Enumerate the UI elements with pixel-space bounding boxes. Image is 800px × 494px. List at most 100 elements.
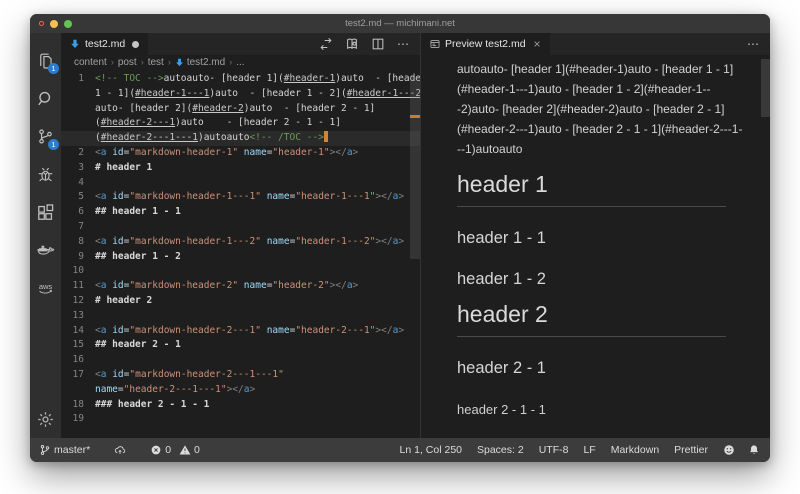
status-bar: master* 0 0 Ln 1, Col 250 Spaces: 2 UTF-8 L… (30, 438, 770, 462)
smiley-icon (724, 445, 734, 455)
preview-paragraph-line: --1)autoauto (457, 142, 523, 156)
open-preview-side-icon[interactable] (345, 37, 359, 51)
tab-preview-test2md[interactable]: Preview test2.md × (421, 33, 550, 55)
line-content: ## header 1 - 2 (95, 250, 181, 262)
line-number (61, 87, 95, 102)
search-icon (38, 91, 51, 105)
status-item[interactable]: Spaces: 2 (477, 444, 524, 456)
gear-icon (38, 411, 53, 427)
vscode-window: test2.md — michimani.net 1 1 aws test2.md (30, 14, 770, 462)
editor-line[interactable]: 8 <a id="markdown-header-1---2" name="hea… (61, 235, 420, 250)
editor-line[interactable]: (#header-2---1---1)autoauto<!-- /TOC --> (61, 131, 420, 146)
preview-heading-h2: header 1 - 2 (457, 270, 546, 288)
line-number: 4 (78, 176, 84, 188)
line-number: 1 (78, 73, 84, 84)
status-item[interactable]: Markdown (611, 444, 659, 456)
breadcrumb-item[interactable]: ... (236, 57, 244, 68)
editor-line[interactable]: 1 - 1](#header-1---1)auto - [header 1 - … (61, 87, 420, 102)
activity-item-source-control[interactable]: 1 (30, 117, 61, 155)
line-number: 15 (72, 339, 84, 351)
editor-line[interactable]: 13 (61, 309, 420, 324)
editor-line[interactable]: 15 ## header 2 - 1 (61, 338, 420, 353)
editor-line[interactable]: 5 <a id="markdown-header-1---1" name="hea… (61, 190, 420, 205)
editor-line[interactable]: 9 ## header 1 - 2 (61, 250, 420, 265)
activity-item-aws[interactable]: aws (30, 269, 61, 307)
editor-group: test2.md ⋯ content › post › test › test2.md ›..… (61, 33, 420, 438)
editor-line[interactable]: 11 <a id="markdown-header-2" name="header… (61, 279, 420, 294)
editor-line[interactable]: 14 <a id="markdown-header-2---1" name="he… (61, 324, 420, 339)
editor-line[interactable]: 3 # header 1 (61, 161, 420, 176)
editor-line[interactable]: 6 ## header 1 - 1 (61, 205, 420, 220)
line-number: 13 (72, 309, 84, 321)
activity-item-extensions[interactable] (30, 193, 61, 231)
sync-status[interactable] (114, 444, 126, 456)
status-item[interactable]: Ln 1, Col 250 (400, 444, 462, 456)
line-content: ## header 1 - 1 (95, 206, 181, 218)
activity-item-docker[interactable] (30, 231, 61, 269)
close-tab-icon[interactable]: × (534, 38, 541, 50)
errors-icon (151, 445, 161, 455)
line-number (61, 131, 95, 146)
git-branch-status[interactable]: master* (39, 444, 90, 456)
close-window-icon[interactable] (39, 21, 44, 26)
activity-item-search[interactable] (30, 79, 61, 117)
editor-line[interactable]: auto- [header 2](#header-2)auto - [heade… (61, 102, 420, 117)
main-area: 1 1 aws test2.md ⋯ content › post › test… (30, 33, 770, 438)
warning-count: 0 (194, 444, 200, 456)
preview-more-actions-icon[interactable]: ⋯ (747, 37, 760, 51)
breadcrumb-item[interactable]: test2.md (175, 57, 225, 68)
tab-test2md[interactable]: test2.md (61, 33, 149, 55)
activity-bar-top: 1 1 aws (30, 41, 61, 307)
editor-line[interactable]: 16 (61, 353, 420, 368)
line-number: 18 (72, 398, 84, 410)
editor-line[interactable]: 19 (61, 412, 420, 427)
editor-line[interactable]: name="header-2---1---1"></a> (61, 383, 420, 398)
desktop-background: test2.md — michimani.net 1 1 aws test2.md (0, 0, 800, 494)
breadcrumb[interactable]: content › post › test › test2.md ›... (61, 55, 420, 69)
open-changes-icon[interactable] (319, 37, 333, 51)
line-number: 7 (78, 220, 84, 232)
editor-line[interactable]: 4 (61, 176, 420, 191)
split-editor-icon[interactable] (371, 37, 385, 51)
window-title: test2.md — michimani.net (345, 18, 455, 29)
minimize-window-icon[interactable] (50, 19, 58, 28)
status-item[interactable]: UTF-8 (539, 444, 569, 456)
editor-line[interactable]: 10 (61, 264, 420, 279)
text-cursor (323, 131, 328, 143)
feedback-smiley[interactable] (723, 444, 735, 456)
zoom-window-icon[interactable] (64, 19, 72, 28)
breadcrumb-item[interactable]: post (118, 57, 137, 68)
breadcrumb-item[interactable]: test (148, 57, 164, 68)
activity-item-settings[interactable] (30, 400, 61, 438)
editor-line[interactable]: 7 (61, 220, 420, 235)
status-item[interactable]: LF (583, 444, 595, 456)
breadcrumb-separator: › (110, 57, 114, 67)
git-branch-icon (40, 445, 50, 455)
editor-line[interactable]: 2 <a id="markdown-header-1" name="header-… (61, 146, 420, 161)
editor-line[interactable]: (#header-2---1)auto - [header 2 - 1 - 1] (61, 116, 420, 131)
breadcrumb-item[interactable]: content (74, 57, 107, 68)
markdown-preview-pane[interactable]: autoauto- [header 1](#header-1)auto - [h… (421, 55, 770, 438)
code-editor[interactable]: 1 <!-- TOC -->autoauto- [header 1](#heade… (61, 69, 420, 438)
editor-scrollbar[interactable] (410, 77, 420, 259)
tab-label: test2.md (85, 38, 126, 50)
editor-line[interactable]: 1 <!-- TOC -->autoauto- [header 1](#heade… (61, 72, 420, 87)
title-bar[interactable]: test2.md — michimani.net (30, 14, 770, 33)
preview-scrollbar[interactable] (761, 59, 770, 117)
editor-line[interactable]: 12 # header 2 (61, 294, 420, 309)
modified-dot-icon[interactable] (132, 40, 140, 48)
problems-status[interactable]: 0 0 (150, 444, 200, 456)
branch-name: master* (54, 444, 91, 456)
line-number (61, 116, 95, 131)
activity-item-debug[interactable] (30, 155, 61, 193)
line-number (61, 102, 95, 117)
editor-line[interactable]: 17 <a id="markdown-header-2---1---1" (61, 368, 420, 383)
editor-line[interactable]: 18 ### header 2 - 1 - 1 (61, 398, 420, 413)
activity-item-explorer[interactable]: 1 (30, 41, 61, 79)
status-item[interactable]: Prettier (674, 444, 708, 456)
line-number: 8 (78, 235, 84, 247)
preview-tab-bar: Preview test2.md × ⋯ (421, 33, 770, 55)
extensions-icon (38, 203, 54, 220)
notifications[interactable] (748, 444, 760, 456)
more-actions-icon[interactable]: ⋯ (397, 37, 410, 51)
